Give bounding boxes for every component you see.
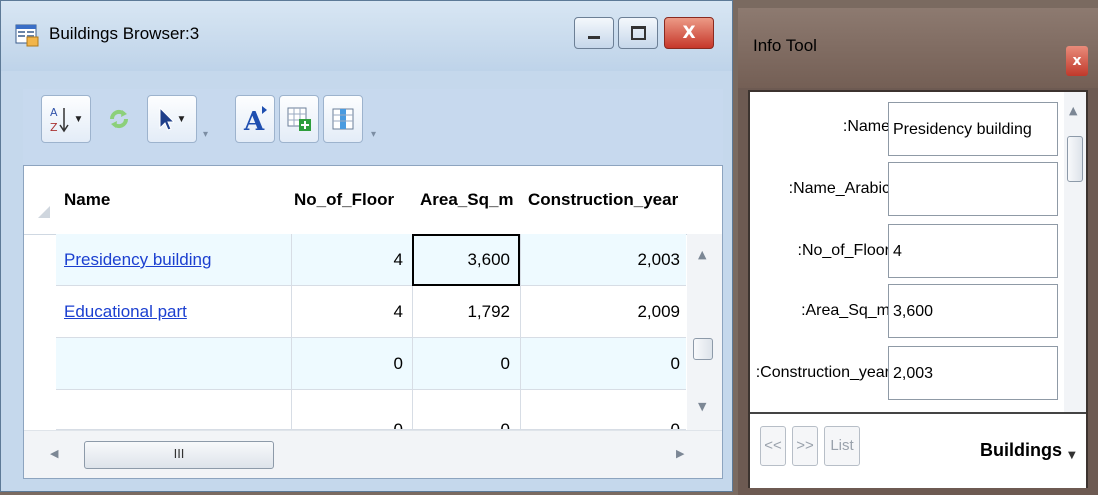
refresh-icon [109, 109, 129, 129]
svg-text:A: A [50, 106, 58, 119]
cell-area[interactable]: 0 [412, 404, 510, 429]
cell-name[interactable]: Presidency building [64, 234, 211, 286]
new-row-icon [287, 107, 311, 131]
select-tool-button[interactable]: ▼ [147, 95, 197, 143]
close-button[interactable]: X [664, 17, 714, 49]
info-scroll-up-icon[interactable]: ▲ [1069, 104, 1077, 117]
pick-fields-button[interactable] [323, 95, 363, 143]
pointer-icon [159, 106, 174, 131]
info-close-button[interactable]: x [1066, 46, 1088, 76]
title-bar[interactable]: Buildings Browser:3 X [1, 1, 732, 71]
cell-area[interactable]: 3,600 [412, 234, 510, 286]
table-row[interactable]: Educational part 4 1,792 2,009 [56, 286, 686, 338]
window-title: Buildings Browser:3 [49, 24, 200, 43]
info-tool-body: :Name Presidency building :Name_Arabic :… [748, 90, 1088, 488]
label-tool-icon: A [243, 106, 267, 134]
pick-fields-icon [332, 108, 354, 130]
field-value-floors[interactable]: 4 [888, 224, 1058, 278]
toolbar-grip-2-icon[interactable]: ▾ [371, 129, 377, 151]
close-icon: X [682, 23, 696, 43]
cell-floors[interactable]: 4 [291, 286, 403, 338]
label-tool-button[interactable]: A [235, 95, 275, 143]
cell-floors[interactable]: 0 [291, 338, 403, 390]
new-row-button[interactable] [279, 95, 319, 143]
table-row[interactable]: 0 0 0 [56, 338, 686, 390]
toolbar-grip-icon[interactable]: ▾ [203, 129, 209, 151]
browser-grid: Name No_of_Floor Area_Sq_m Construction_… [23, 165, 723, 479]
browser-app-icon [15, 24, 39, 47]
info-tool-window: Info Tool x :Name Presidency building :N… [738, 8, 1098, 495]
browser-toolbar: A Z ▼ ▼ ▾ A ▾ [23, 89, 723, 165]
horizontal-scrollbar[interactable]: ◀ III ▶ [24, 430, 722, 478]
column-header-floors[interactable]: No_of_Floor [294, 166, 394, 234]
cell-year[interactable]: 0 [520, 404, 680, 429]
next-record-button[interactable]: >> [792, 426, 818, 466]
field-label-year: :Construction_year [755, 364, 890, 381]
cell-floors[interactable]: 0 [291, 404, 403, 429]
scroll-up-icon[interactable]: ▲ [698, 248, 706, 261]
column-header-name[interactable]: Name [64, 166, 110, 234]
minimize-button[interactable] [574, 17, 614, 49]
info-scroll-thumb[interactable] [1067, 136, 1083, 182]
svg-text:A: A [243, 107, 265, 134]
info-footer: << >> List Buildings ▼ [750, 412, 1086, 488]
field-value-name-arabic[interactable] [888, 162, 1058, 216]
cell-area[interactable]: 0 [412, 338, 510, 390]
field-value-area[interactable]: 3,600 [888, 284, 1058, 338]
select-dropdown-arrow-icon: ▼ [176, 113, 187, 125]
select-all-corner[interactable] [38, 206, 50, 218]
cell-year[interactable]: 2,009 [520, 286, 680, 338]
layer-dropdown-icon[interactable]: ▼ [1068, 450, 1076, 461]
grid-header: Name No_of_Floor Area_Sq_m Construction_… [24, 166, 722, 235]
scroll-left-icon[interactable]: ◀ [50, 447, 58, 460]
cell-year[interactable]: 2,003 [520, 234, 680, 286]
cell-area[interactable]: 1,792 [412, 286, 510, 338]
field-value-year[interactable]: 2,003 [888, 346, 1058, 400]
svg-text:Z: Z [50, 121, 58, 134]
maximize-button[interactable] [618, 17, 658, 49]
cell-floors[interactable]: 4 [291, 234, 403, 286]
minimize-icon [588, 35, 600, 39]
field-label-floors: :No_of_Floor [797, 242, 891, 259]
maximize-icon [630, 26, 646, 40]
vertical-scrollbar[interactable]: ▲ ▼ [687, 234, 722, 430]
sort-button[interactable]: A Z ▼ [41, 95, 91, 143]
sort-dropdown-arrow-icon: ▼ [73, 113, 84, 125]
horizontal-scroll-thumb[interactable]: III [84, 441, 274, 469]
vertical-scroll-thumb[interactable] [693, 338, 713, 360]
field-label-area: :Area_Sq_m [801, 302, 890, 319]
info-vertical-scrollbar[interactable]: ▲ [1064, 92, 1086, 412]
field-label-name: :Name [842, 118, 890, 135]
layer-selector[interactable]: Buildings [980, 440, 1062, 461]
column-header-area[interactable]: Area_Sq_m [420, 166, 514, 234]
list-button[interactable]: List [824, 426, 860, 466]
field-label-name-arabic: :Name_Arabic [788, 180, 890, 197]
previous-record-button[interactable]: << [760, 426, 786, 466]
field-value-name[interactable]: Presidency building [888, 102, 1058, 156]
column-header-year[interactable]: Construction_year [528, 166, 678, 234]
info-tool-title: Info Tool [753, 36, 817, 55]
table-row[interactable]: Presidency building 4 3,600 2,003 [56, 234, 686, 286]
scroll-right-icon[interactable]: ▶ [676, 447, 684, 460]
scroll-down-icon[interactable]: ▼ [698, 400, 706, 413]
cell-year[interactable]: 0 [520, 338, 680, 390]
refresh-button[interactable] [97, 95, 141, 143]
cell-name[interactable]: Educational part [64, 286, 187, 338]
sort-az-icon: A Z [50, 106, 69, 134]
table-row[interactable]: 0 0 0 [56, 390, 686, 430]
buildings-browser-window: Buildings Browser:3 X A Z ▼ ▼ ▾ A ▾ Name… [0, 0, 733, 492]
